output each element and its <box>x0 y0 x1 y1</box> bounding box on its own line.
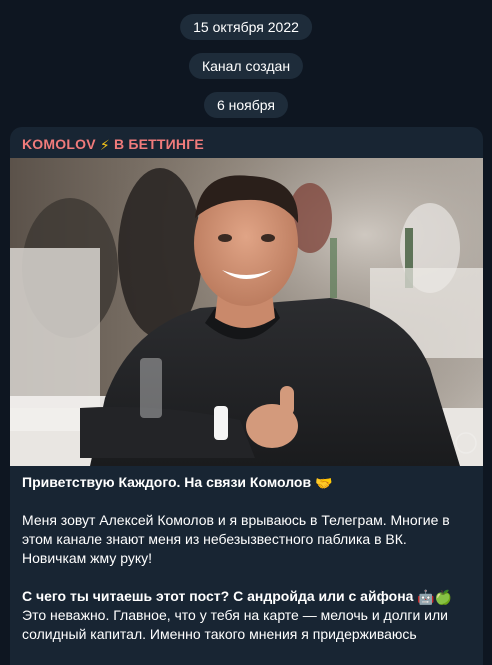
channel-name-right: В БЕТТИНГЕ <box>113 136 204 152</box>
post-text: Приветствую Каждого. На связи Комолов 🤝 … <box>22 473 474 644</box>
post-photo[interactable] <box>10 158 483 466</box>
lightning-icon: ⚡ <box>99 137 110 153</box>
date-pill[interactable]: 15 октября 2022 <box>180 14 312 40</box>
channel-name[interactable]: KOMOLOV ⚡ В БЕТТИНГЕ <box>22 136 204 152</box>
robot-icon: 🤖 <box>417 589 435 605</box>
post-greeting: Приветствую Каждого. На связи Комолов 🤝 <box>22 474 333 491</box>
green-apple-icon: 🍏 <box>434 589 453 605</box>
date-pill[interactable]: 6 ноября <box>203 92 289 118</box>
channel-post-bubble[interactable]: KOMOLOV ⚡ В БЕТТИНГЕ Приветствую Каждого… <box>10 127 483 665</box>
service-message-channel-created: Канал создан <box>188 53 304 79</box>
handshake-icon: 🤝 <box>314 475 333 491</box>
post-paragraph-1: Меня зовут Алексей Комолов и я врываюсь … <box>22 512 450 566</box>
post-paragraph-2: С чего ты читаешь этот пост? С андройда … <box>22 588 453 642</box>
chat-view: 15 октября 2022 Канал создан 6 ноября KO… <box>0 0 492 665</box>
channel-name-left: KOMOLOV <box>22 136 96 152</box>
